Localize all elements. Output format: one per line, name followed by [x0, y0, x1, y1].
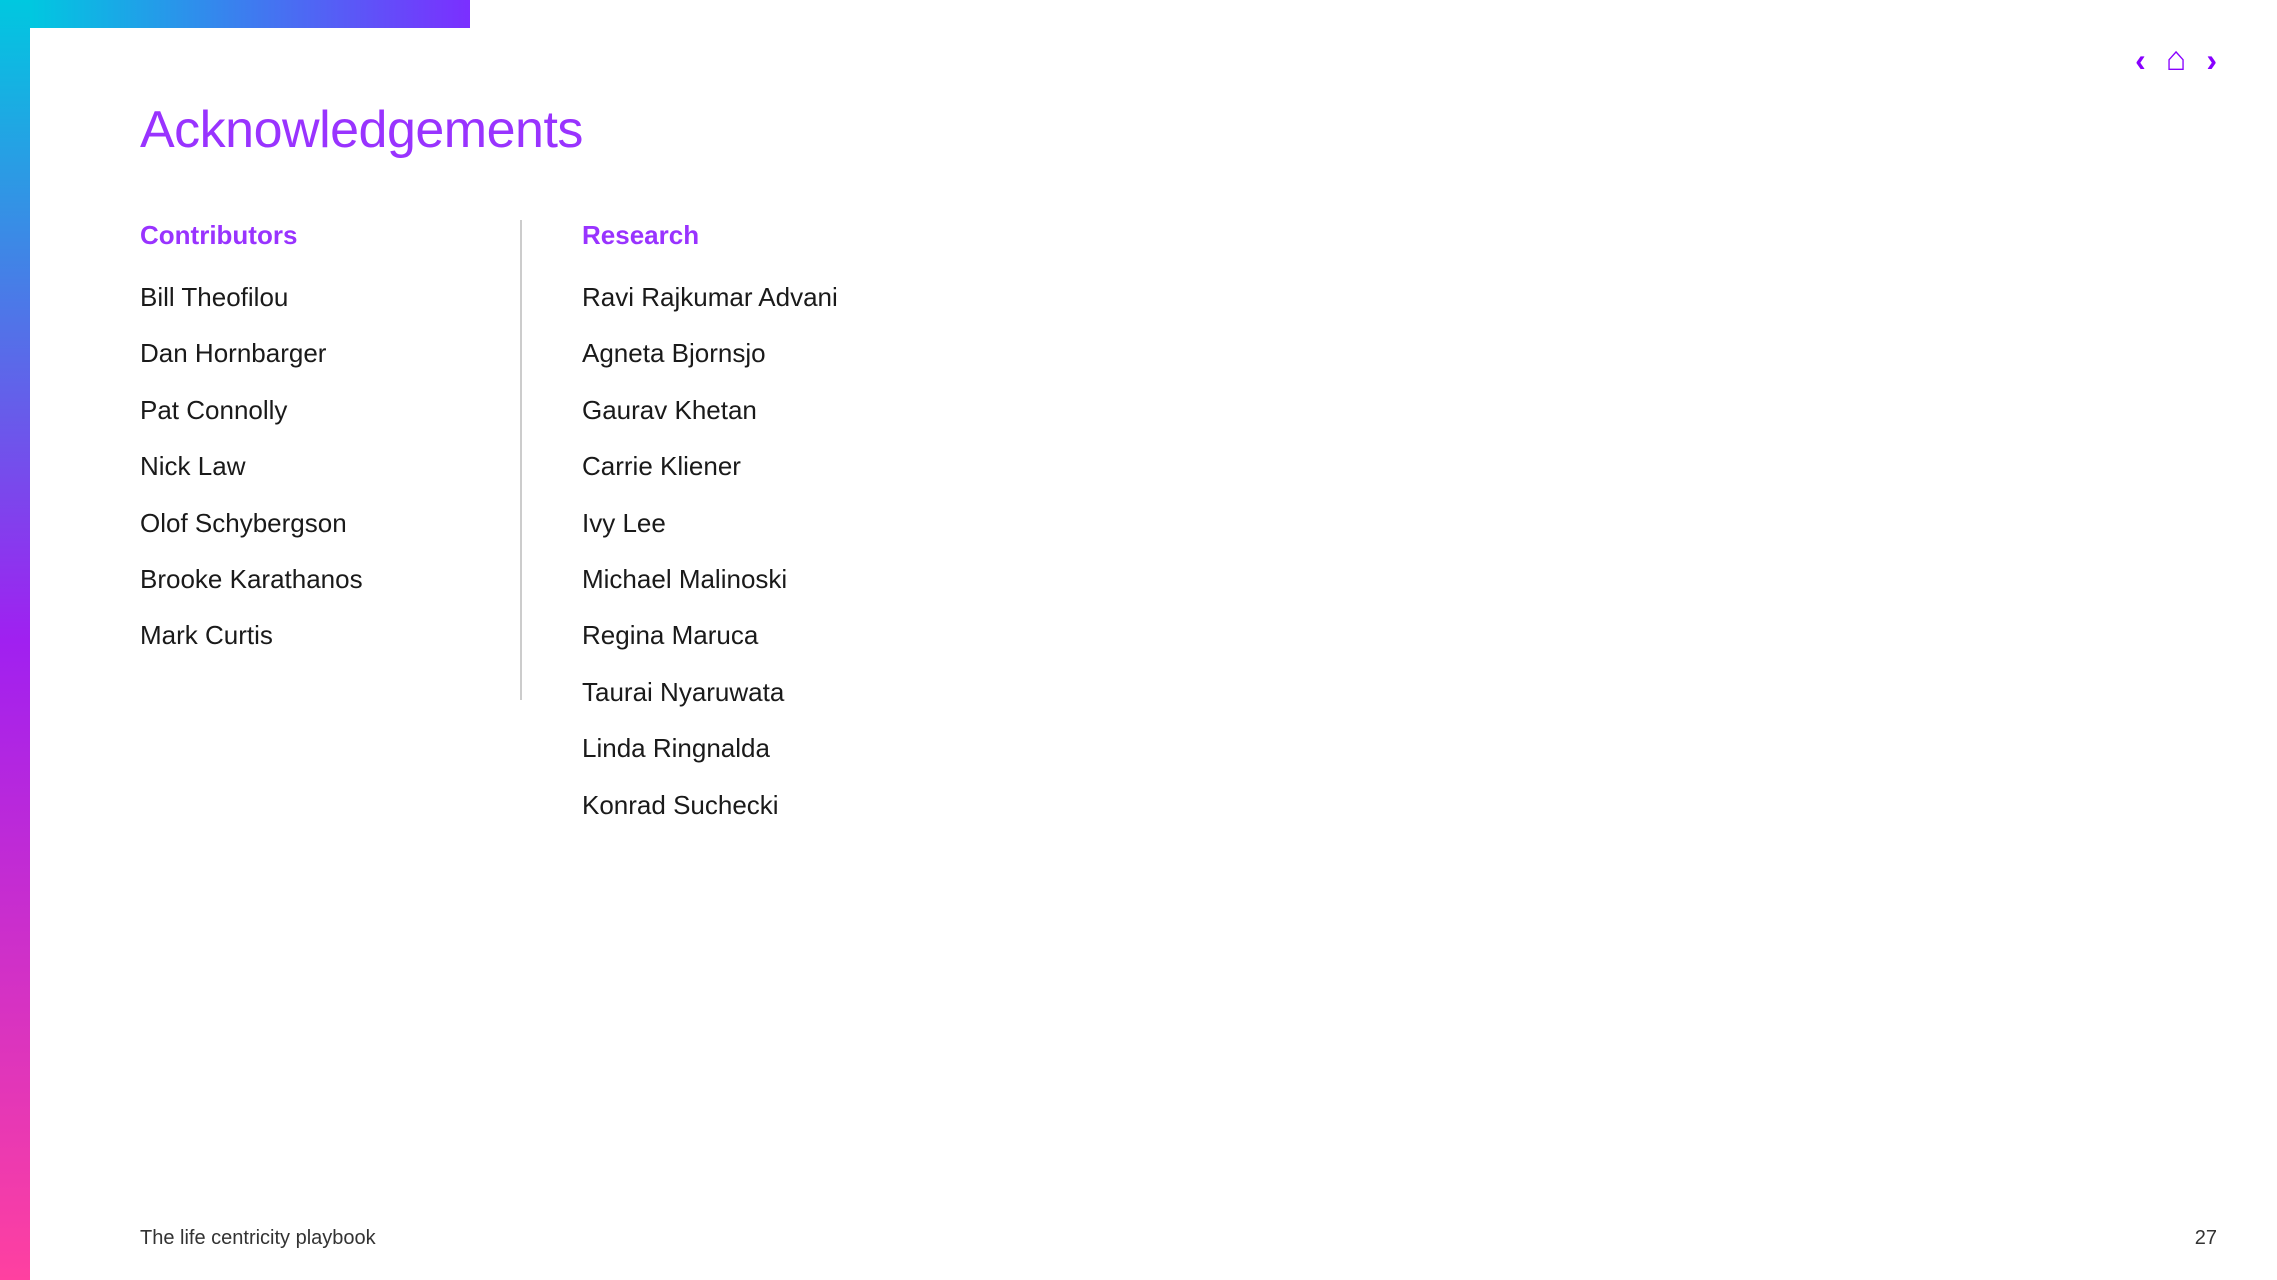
list-item: Bill Theofilou: [140, 279, 460, 315]
page-title: Acknowledgements: [140, 100, 2177, 160]
list-item: Carrie Kliener: [582, 448, 2177, 484]
list-item: Mark Curtis: [140, 617, 460, 653]
list-item: Linda Ringnalda: [582, 730, 2177, 766]
list-item: Ravi Rajkumar Advani: [582, 279, 2177, 315]
footer: The life centricity playbook 27: [140, 1227, 2217, 1250]
research-column: Research Ravi Rajkumar Advani Agneta Bjor…: [582, 220, 2177, 843]
page-number: 27: [2195, 1227, 2217, 1250]
column-divider: [520, 220, 522, 700]
list-item: Olof Schybergson: [140, 505, 460, 541]
list-item: Taurai Nyaruwata: [582, 674, 2177, 710]
research-list: Ravi Rajkumar Advani Agneta Bjornsjo Gaura…: [582, 279, 2177, 823]
left-sidebar: [0, 0, 30, 1280]
list-item: Dan Hornbarger: [140, 335, 460, 371]
columns-wrapper: Contributors Bill Theofilou Dan Hornbarge…: [140, 220, 2177, 843]
main-content: Acknowledgements Contributors Bill Theof…: [140, 100, 2177, 1200]
research-heading: Research: [582, 220, 2177, 251]
contributors-heading: Contributors: [140, 220, 460, 251]
list-item: Pat Connolly: [140, 392, 460, 428]
list-item: Regina Maruca: [582, 617, 2177, 653]
list-item: Ivy Lee: [582, 505, 2177, 541]
list-item: Agneta Bjornsjo: [582, 335, 2177, 371]
list-item: Brooke Karathanos: [140, 561, 460, 597]
prev-button[interactable]: ‹: [2135, 44, 2146, 76]
top-accent-bar: [30, 0, 470, 28]
nav-controls: ‹ ⌂ ›: [2135, 40, 2217, 79]
list-item: Gaurav Khetan: [582, 392, 2177, 428]
list-item: Nick Law: [140, 448, 460, 484]
next-button[interactable]: ›: [2206, 44, 2217, 76]
contributors-column: Contributors Bill Theofilou Dan Hornbarge…: [140, 220, 520, 674]
list-item: Michael Malinoski: [582, 561, 2177, 597]
home-button[interactable]: ⌂: [2166, 40, 2187, 79]
contributors-list: Bill Theofilou Dan Hornbarger Pat Connolly…: [140, 279, 460, 654]
book-title: The life centricity playbook: [140, 1227, 376, 1250]
list-item: Konrad Suchecki: [582, 787, 2177, 823]
